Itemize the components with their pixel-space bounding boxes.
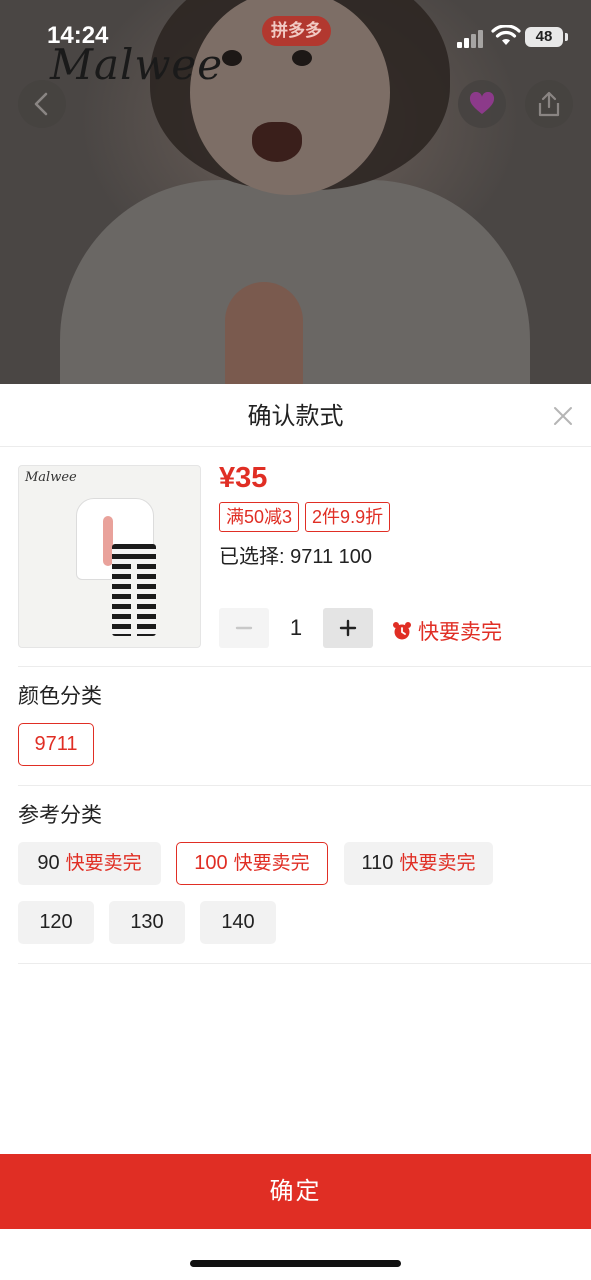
share-icon: [538, 91, 560, 117]
heart-icon: [469, 92, 495, 114]
size-option-label: 90: [37, 852, 60, 874]
color-option-label: 9711: [34, 733, 78, 755]
back-arrow-icon: [34, 92, 48, 116]
size-option-label: 140: [221, 911, 255, 933]
size-option-label: 130: [130, 911, 164, 933]
size-option-100[interactable]: 100 快要卖完: [176, 842, 328, 885]
promo-tags: 满50减3 2件9.9折: [219, 502, 391, 532]
share-button[interactable]: [525, 80, 573, 128]
minus-icon: [235, 626, 253, 630]
product-price: ¥35: [219, 462, 268, 494]
section-divider: [18, 963, 591, 964]
section-divider: [18, 666, 591, 667]
status-time: 14:24: [47, 22, 109, 49]
stock-warning-text: 快要卖完: [418, 620, 502, 644]
increase-quantity-button[interactable]: [323, 608, 373, 648]
hero-dino-print: [225, 282, 303, 384]
favorite-button[interactable]: [458, 80, 506, 128]
battery-indicator: 48: [525, 27, 568, 47]
size-option-label: 100: [194, 852, 228, 874]
decrease-quantity-button[interactable]: [219, 608, 269, 648]
promo-tag: 2件9.9折: [305, 502, 391, 532]
app-badge: 拼多多: [262, 16, 331, 46]
thumbnail-striped-pants: [112, 544, 156, 636]
hero-mouth-shape: [252, 122, 302, 162]
size-option-hint: 快要卖完: [233, 852, 310, 874]
size-option-140[interactable]: 140: [200, 901, 276, 944]
quantity-value[interactable]: 1: [269, 615, 323, 641]
alarm-clock-icon: [393, 622, 411, 640]
plus-icon: [339, 619, 357, 637]
thumbnail-brand-logo: Malwee: [25, 470, 77, 485]
sku-selector-sheet: 确认款式 Malwee ¥35 满50减3 2件9.9折 已选择: 9711 1…: [0, 384, 591, 1280]
color-section-label: 颜色分类: [18, 684, 102, 708]
stock-warning: 快要卖完: [392, 616, 502, 646]
color-option-9711[interactable]: 9711: [18, 723, 94, 766]
selected-variant-text: 已选择: 9711 100: [219, 546, 373, 568]
promo-tag: 满50减3: [219, 502, 300, 532]
size-option-hint: 快要卖完: [399, 852, 476, 874]
size-option-110[interactable]: 110 快要卖完: [344, 842, 493, 885]
size-option-120[interactable]: 120: [18, 901, 94, 944]
wifi-icon: [491, 25, 521, 45]
size-section-label: 参考分类: [18, 803, 102, 827]
section-divider: [18, 785, 591, 786]
back-button[interactable]: [18, 80, 66, 128]
home-indicator[interactable]: [190, 1260, 401, 1267]
confirm-button[interactable]: 确定: [0, 1154, 591, 1229]
close-button[interactable]: [548, 401, 578, 431]
size-option-90[interactable]: 90 快要卖完: [18, 842, 161, 885]
header-divider: [0, 446, 591, 447]
size-option-label: 110: [361, 852, 394, 874]
cellular-signal-icon: [457, 30, 485, 48]
close-icon: [554, 407, 572, 425]
product-thumbnail[interactable]: Malwee: [18, 465, 201, 648]
size-option-hint: 快要卖完: [65, 852, 142, 874]
size-option-label: 120: [39, 911, 73, 933]
size-option-130[interactable]: 130: [109, 901, 185, 944]
sheet-title: 确认款式: [247, 402, 344, 430]
quantity-stepper: 1: [219, 608, 373, 648]
